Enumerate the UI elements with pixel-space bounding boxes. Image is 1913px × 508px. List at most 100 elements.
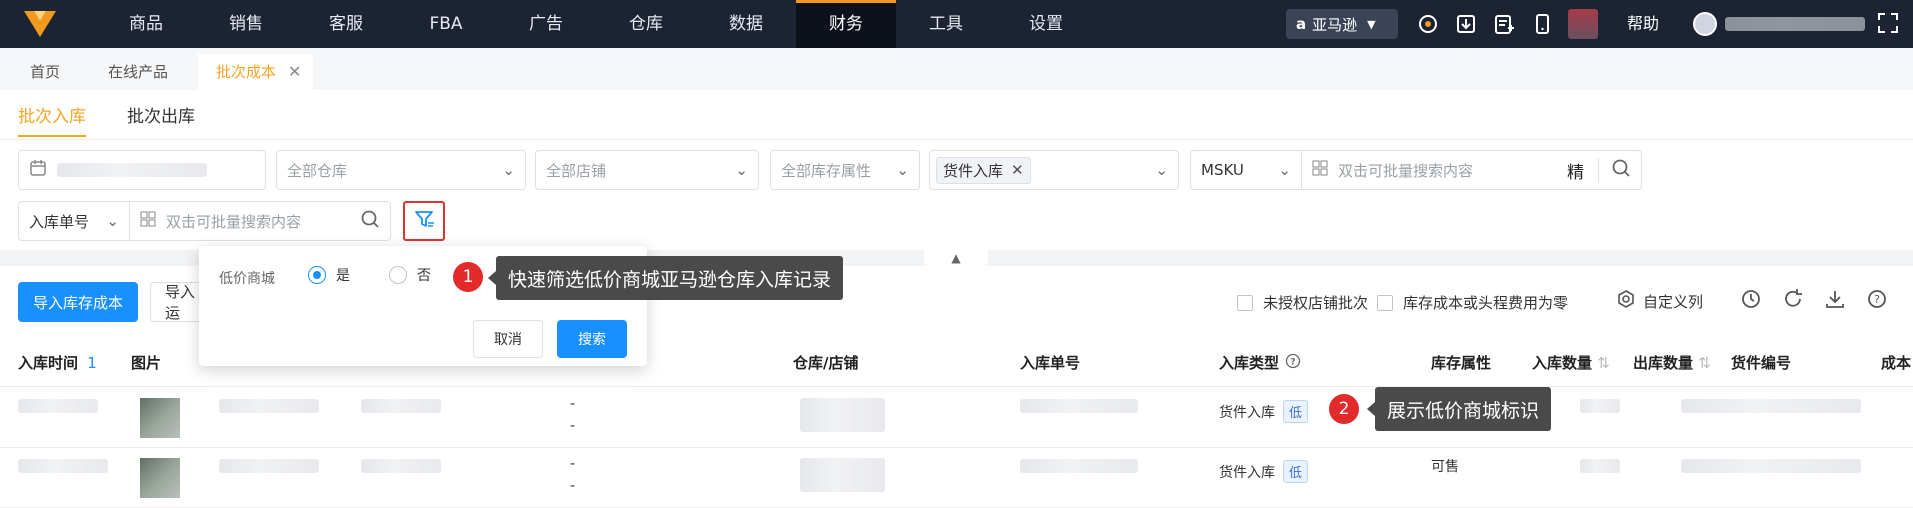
- inbound-number-select[interactable]: 入库单号 ⌄: [18, 201, 130, 241]
- calendar-icon: [29, 159, 47, 181]
- col-shipment-id: 货件编号: [1731, 354, 1792, 372]
- platform-selector[interactable]: a 亚马逊 ▼: [1286, 9, 1398, 39]
- unauthorized-store-checkbox[interactable]: 未授权店铺批次: [1237, 292, 1368, 313]
- fullscreen-icon[interactable]: [1877, 12, 1899, 38]
- zero-cost-checkbox[interactable]: 库存成本或头程费用为零: [1377, 292, 1568, 313]
- help-link[interactable]: 帮助: [1627, 0, 1659, 48]
- cell-dash: -: [570, 418, 576, 434]
- inbound-number-value: 入库单号: [29, 212, 90, 231]
- col-inbound-qty[interactable]: 入库数量 ⇅: [1532, 352, 1610, 373]
- batch-grid-icon[interactable]: [1312, 160, 1328, 180]
- blurred-date-range: [57, 163, 207, 177]
- radio-yes-dot[interactable]: [308, 266, 326, 284]
- avatar: [1693, 12, 1717, 36]
- notification-icon[interactable]: [1416, 12, 1440, 36]
- blurred-shop-avatar: [1568, 9, 1598, 39]
- nav-item-data[interactable]: 数据: [696, 0, 796, 48]
- collapse-filters-button[interactable]: ▲: [924, 250, 988, 266]
- custom-columns-label: 自定义列: [1643, 292, 1704, 311]
- col-inbound-time[interactable]: 入库时间 1: [18, 352, 97, 373]
- blurred-sku: [361, 459, 441, 473]
- chevron-down-icon: ⌄: [106, 212, 119, 230]
- tag-close-icon[interactable]: ✕: [1011, 161, 1024, 179]
- inventory-attr-select[interactable]: 全部库存属性 ⌄: [770, 150, 920, 190]
- nav-item-sales[interactable]: 销售: [196, 0, 296, 48]
- advanced-filter-button[interactable]: [403, 201, 445, 241]
- col-outbound-qty[interactable]: 出库数量 ⇅: [1633, 352, 1711, 373]
- radio-no-dot[interactable]: [389, 266, 407, 284]
- product-thumbnail[interactable]: [140, 398, 180, 438]
- user-menu[interactable]: [1693, 12, 1865, 36]
- download-icon[interactable]: [1454, 12, 1478, 36]
- inbound-type-text: 货件入库: [1219, 405, 1275, 421]
- nav-item-service[interactable]: 客服: [296, 0, 396, 48]
- close-icon[interactable]: ✕: [288, 54, 301, 90]
- low-price-label: 低价商城: [219, 271, 275, 287]
- help-circle-icon[interactable]: ?: [1285, 353, 1301, 373]
- export-download-icon[interactable]: [1824, 288, 1846, 314]
- product-thumbnail[interactable]: [140, 458, 180, 498]
- blurred-time: [18, 459, 108, 473]
- col-outbound-qty-label: 出库数量: [1633, 354, 1694, 372]
- blurred-product: [219, 459, 319, 473]
- col-inbound-time-label: 入库时间: [18, 354, 79, 372]
- tab-batch-cost[interactable]: 批次成本 ✕: [198, 54, 314, 90]
- nav-item-tools[interactable]: 工具: [896, 0, 996, 48]
- refresh-icon[interactable]: [1782, 288, 1804, 314]
- app-logo[interactable]: [18, 7, 62, 41]
- cell-inbound-type: 货件入库低: [1219, 400, 1309, 423]
- table-row[interactable]: - - 货件入库低 可售: [0, 448, 1913, 508]
- nav-item-finance[interactable]: 财务: [796, 0, 896, 48]
- cancel-button[interactable]: 取消: [473, 320, 543, 358]
- col-inbound-qty-label: 入库数量: [1532, 354, 1593, 372]
- radio-no[interactable]: 否: [389, 265, 431, 285]
- tab-batch-cost-label: 批次成本: [216, 63, 277, 81]
- search-icon[interactable]: [360, 209, 380, 233]
- nav-item-products[interactable]: 商品: [96, 0, 196, 48]
- checkbox-box[interactable]: [1377, 294, 1393, 311]
- search-button[interactable]: 搜索: [557, 320, 627, 358]
- sort-index: 1: [87, 354, 97, 372]
- unauthorized-store-label: 未授权店铺批次: [1263, 294, 1369, 312]
- help-circle-icon[interactable]: ?: [1866, 288, 1888, 314]
- task-list-icon[interactable]: [1492, 12, 1516, 36]
- checkbox-box[interactable]: [1237, 294, 1253, 311]
- tab-home[interactable]: 首页: [12, 54, 78, 90]
- store-select[interactable]: 全部店铺 ⌄: [535, 150, 759, 190]
- inbound-type-select[interactable]: 货件入库 ✕ ⌄: [929, 150, 1179, 190]
- sku-search-input[interactable]: 双击可批量搜索内容 精: [1301, 150, 1642, 190]
- nav-item-fba[interactable]: FBA: [396, 0, 496, 48]
- subtab-batch-inbound[interactable]: 批次入库: [18, 102, 86, 137]
- radio-yes-label: 是: [336, 268, 350, 284]
- blurred-product: [219, 399, 319, 413]
- sku-type-select[interactable]: MSKU ⌄: [1190, 150, 1302, 190]
- warehouse-select[interactable]: 全部仓库 ⌄: [276, 150, 526, 190]
- inbound-search-placeholder: 双击可批量搜索内容: [166, 212, 302, 231]
- subtab-batch-outbound[interactable]: 批次出库: [127, 102, 195, 127]
- blurred-warehouse: [800, 458, 885, 492]
- col-cost: 成本: [1881, 354, 1912, 372]
- custom-columns-button[interactable]: 自定义列: [1617, 290, 1703, 312]
- search-icon[interactable]: [1611, 158, 1631, 182]
- blurred-inbound-number: [1020, 399, 1138, 413]
- col-inbound-type-label: 入库类型: [1219, 354, 1280, 372]
- nav-item-ads[interactable]: 广告: [496, 0, 596, 48]
- nav-item-settings[interactable]: 设置: [996, 0, 1096, 48]
- radio-yes[interactable]: 是: [308, 265, 350, 285]
- exact-match-toggle[interactable]: 精: [1567, 157, 1599, 183]
- import-cost-button[interactable]: 导入库存成本: [18, 282, 138, 322]
- subtab-bar: 批次入库 批次出库: [0, 90, 1913, 140]
- table-row[interactable]: - - 货件入库低: [0, 388, 1913, 448]
- chevron-down-icon: ⌄: [502, 161, 515, 179]
- inventory-attr-placeholder: 全部库存属性: [781, 161, 872, 180]
- nav-item-warehouse[interactable]: 仓库: [596, 0, 696, 48]
- date-range-picker[interactable]: [18, 150, 266, 190]
- inbound-search-input[interactable]: 双击可批量搜索内容: [129, 201, 391, 241]
- batch-grid-icon[interactable]: [140, 211, 156, 231]
- blurred-username: [1725, 17, 1865, 31]
- history-icon[interactable]: [1740, 288, 1762, 314]
- chevron-up-icon: ▲: [951, 251, 961, 265]
- tab-online-products[interactable]: 在线产品: [90, 54, 186, 90]
- mobile-icon[interactable]: [1530, 12, 1554, 36]
- main-nav: 商品 销售 客服 FBA 广告 仓库 数据 财务 工具 设置: [96, 0, 1096, 48]
